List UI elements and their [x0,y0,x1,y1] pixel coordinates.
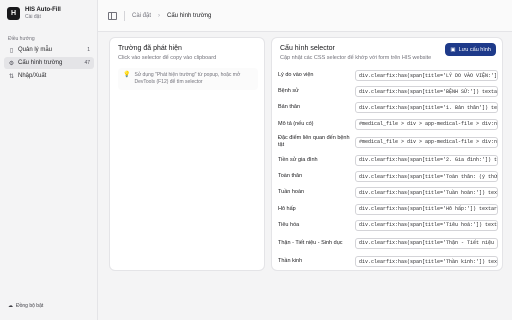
selector-input[interactable]: div.clearfix:has(span[title='Thận - Tiết… [355,237,498,249]
field-label: Mô tả (nếu có) [278,120,314,127]
lightbulb-icon: 💡 [123,72,131,78]
save-config-button[interactable]: ▣ Lưu cấu hình [445,43,496,56]
gear-icon: ⚙ [8,60,15,67]
field-label: Hô hấp [278,205,296,212]
sidebar-item-label: Cấu hình trường [18,60,63,66]
sidebar: H HIS Auto-Fill Cài đặt Điều hướng ▯ Quả… [0,0,98,320]
nav-section-label: Điều hướng [8,36,35,42]
divider [124,10,125,21]
breadcrumb-separator: › [158,12,161,19]
field-label: Bệnh sử [278,88,299,95]
selector-rows: Lý do vào viện div.clearfix:has(span[titl… [278,69,498,271]
detected-fields-hint: 💡 Sử dụng "Phát hiện trường" từ popup, h… [118,68,258,90]
selector-input[interactable]: div.clearfix:has(span[title='Thần kinh:'… [355,256,498,268]
sidebar-item-label: Nhập/Xuất [18,73,47,79]
selector-config-panel: Cấu hình selector Cập nhật các CSS selec… [271,37,503,271]
sidebar-item-count: 1 [87,47,90,53]
detected-fields-title: Trường đã phát hiện [118,45,182,52]
top-bar: Cài đặt › Cấu hình trường [98,0,512,32]
app-name: HIS Auto-Fill [25,7,61,13]
selector-input[interactable]: div.clearfix:has(span[title='BỆNH SỬ:'])… [355,86,498,98]
selector-input[interactable]: #medical_file > div > app-medical-file >… [355,118,498,130]
sidebar-item-count: 47 [84,60,90,66]
breadcrumb-current: Cấu hình trường [167,12,212,19]
app-subtitle: Cài đặt [25,14,41,20]
field-label: Bản thân [278,104,301,111]
selector-input[interactable]: div.clearfix:has(span[title='2. Gia đình… [355,154,498,166]
selector-input[interactable]: #medical_file > div > app-medical-file >… [355,136,498,148]
import-export-icon: ⇅ [8,73,15,80]
hint-text: Sử dụng "Phát hiện trường" từ popup, hoặ… [134,72,241,85]
field-label: Đặc điểm liên quan đến bệnh tật [278,135,350,149]
field-label: Tuần hoàn [278,189,305,196]
sidebar-item-field-config[interactable]: ⚙ Cấu hình trường 47 [4,57,94,69]
sidebar-item-import-export[interactable]: ⇅ Nhập/Xuất [4,70,94,82]
document-icon: ▯ [9,47,14,54]
selector-input[interactable]: div.clearfix:has(span[title='Tiêu hoá:']… [355,219,498,231]
sidebar-toggle-icon[interactable] [108,11,117,20]
detected-fields-subtitle: Click vào selector để copy vào clipboard [118,55,217,61]
save-config-label: Lưu cấu hình [458,46,491,53]
field-label: Tiêu hóa [278,221,300,228]
sidebar-nav: ▯ Quản lý mẫu 1 ⚙ Cấu hình trường 47 ⇅ N… [4,44,94,83]
selector-input[interactable]: div.clearfix:has(span[title='Tuần hoàn:'… [355,187,498,199]
selector-input[interactable]: div.clearfix:has(span[title='1. Bản thân… [355,102,498,114]
breadcrumb-settings[interactable]: Cài đặt [132,13,151,19]
detected-fields-panel: Trường đã phát hiện Click vào selector đ… [109,37,265,271]
sidebar-item-label: Quản lý mẫu [18,47,53,53]
save-icon: ▣ [450,46,456,53]
field-label: Toàn thân [278,173,303,180]
brand: H HIS Auto-Fill Cài đặt [7,7,61,20]
sidebar-item-templates[interactable]: ▯ Quản lý mẫu 1 [4,44,94,56]
field-label: Lý do vào viện [278,72,314,78]
selector-input[interactable]: div.clearfix:has(span[title='Hô hấp:']) … [355,203,498,215]
app-logo: H [7,7,20,20]
field-label: Tiền sử gia đình [278,156,318,163]
selector-config-subtitle: Cập nhật các CSS selector để khớp với fo… [280,55,432,61]
sync-status[interactable]: ☁ Đồng bộ bật [8,303,43,309]
field-label: Thần kinh [278,258,303,265]
selector-input[interactable]: div.clearfix:has(span[title='LÝ DO VÀO V… [355,70,498,81]
sync-label: Đồng bộ bật [16,303,44,309]
sync-icon: ☁ [8,303,13,309]
selector-input[interactable]: div.clearfix:has(span[title='Toàn thân: … [355,171,498,183]
selector-config-title: Cấu hình selector [280,45,335,52]
field-label: Thận - Tiết niệu - Sinh dục [278,239,343,246]
